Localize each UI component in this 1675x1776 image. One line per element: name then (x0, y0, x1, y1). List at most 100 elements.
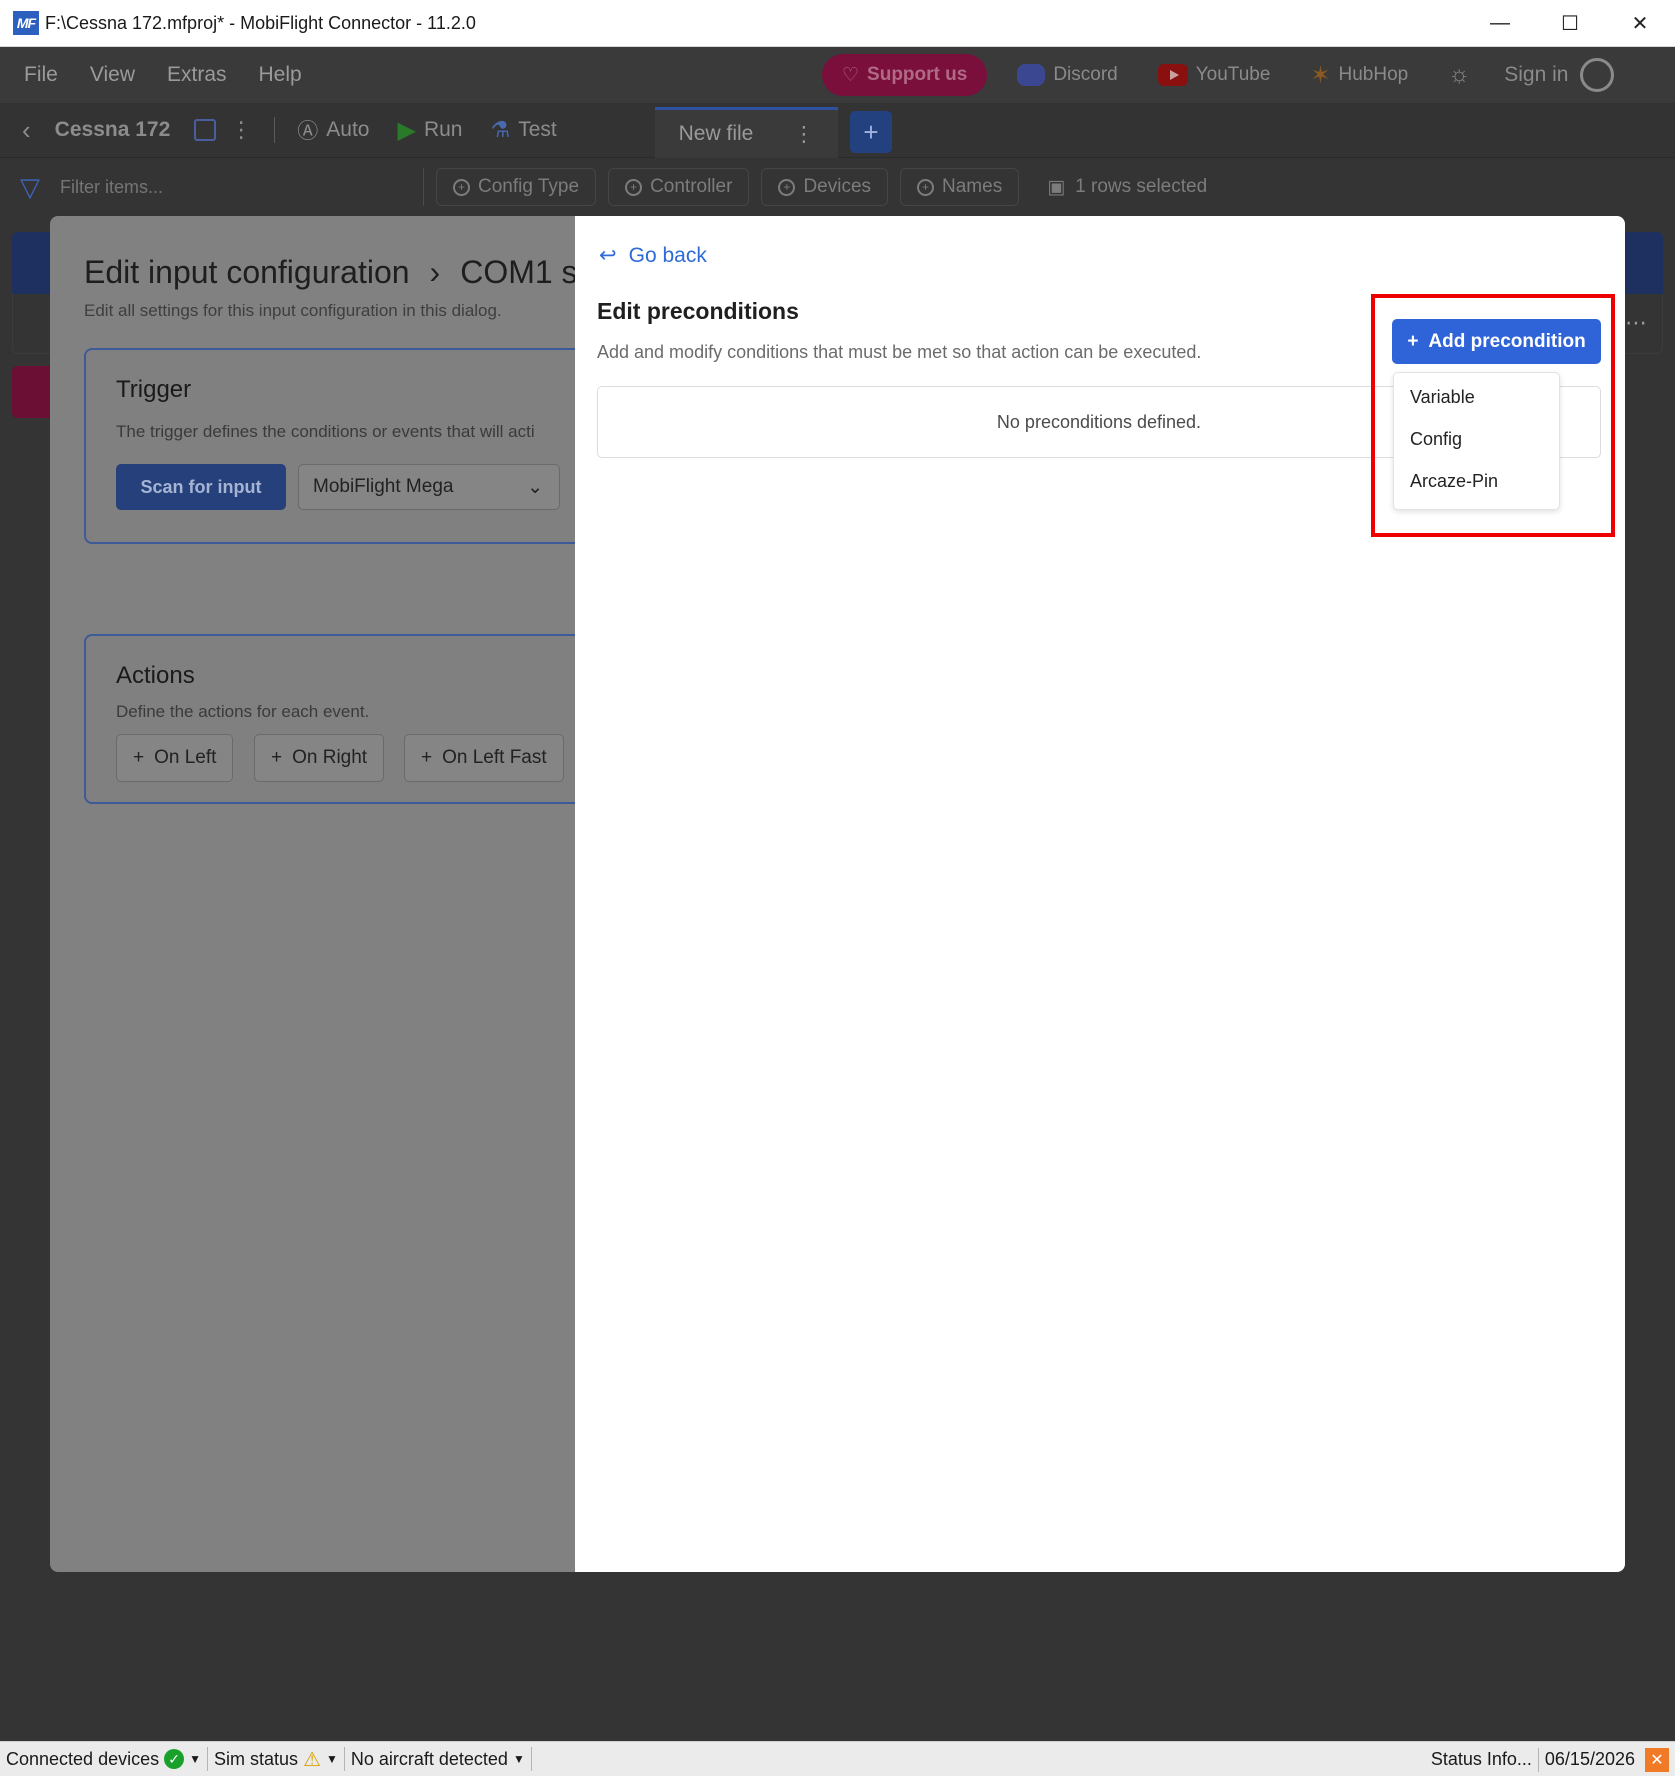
trigger-card: Trigger The trigger defines the conditio… (84, 348, 575, 544)
filter-chip-names[interactable]: + Names (900, 168, 1020, 206)
tab-label: New file (678, 122, 754, 145)
filter-chip-config-type[interactable]: + Config Type (436, 168, 597, 206)
theme-toggle-sun-icon[interactable]: ☼ (1448, 61, 1470, 89)
controller-select[interactable]: MobiFlight Mega ⌄ (298, 464, 560, 510)
heart-icon: ♡ (842, 64, 860, 86)
caret-down-icon: ▼ (189, 1752, 201, 1766)
filter-bar: ▽ + Config Type + Controller + Devices +… (0, 158, 1675, 216)
caret-down-icon: ▼ (512, 1752, 525, 1766)
app-logo: MF (13, 11, 39, 35)
dialog-title-crumb: COM1 st (460, 254, 575, 290)
connected-devices-label: Connected devices (6, 1748, 160, 1769)
check-icon: ✓ (164, 1749, 185, 1769)
return-arrow-icon: ↩ (599, 244, 617, 267)
tab-new-file[interactable]: New file ⋮ (655, 107, 838, 158)
menu-view[interactable]: View (90, 63, 135, 87)
filter-funnel-icon: ▽ (20, 171, 40, 202)
add-tab-button[interactable]: + (850, 111, 892, 153)
auto-button[interactable]: Ⓐ Auto (297, 115, 369, 145)
on-left-label: On Left (154, 747, 217, 768)
status-info-label: Status Info... (1430, 1749, 1532, 1769)
edit-input-dialog: Edit input configuration › COM1 st Edit … (50, 216, 575, 1572)
trigger-desc: The trigger defines the conditions or ev… (116, 422, 535, 441)
menu-file[interactable]: File (24, 63, 58, 87)
chip-label: Config Type (478, 176, 580, 197)
save-icon[interactable] (194, 119, 217, 141)
sign-in-button[interactable]: Sign in (1504, 58, 1615, 92)
on-left-fast-label: On Left Fast (442, 747, 547, 768)
sim-status-label: Sim status (214, 1748, 299, 1769)
plus-icon: + (271, 747, 283, 768)
on-left-button[interactable]: + On Left (116, 734, 234, 782)
support-label: Support us (867, 64, 968, 85)
youtube-label: YouTube (1195, 64, 1271, 85)
hubhop-icon: ✶ (1310, 61, 1331, 89)
on-left-fast-button[interactable]: + On Left Fast (404, 734, 564, 782)
empty-state-text: No preconditions defined. (996, 411, 1202, 432)
plus-circle-icon: + (917, 178, 935, 196)
minimize-button[interactable]: — (1465, 0, 1535, 47)
filter-input[interactable] (52, 168, 424, 206)
go-back-link[interactable]: ↩ Go back (599, 243, 707, 268)
project-menu-kebab-icon[interactable]: ⋮ (230, 117, 252, 143)
filter-chip-controller[interactable]: + Controller (608, 168, 750, 206)
auto-label: Auto (326, 118, 370, 141)
aircraft-status-label: No aircraft detected (350, 1748, 508, 1769)
on-right-button[interactable]: + On Right (254, 734, 385, 782)
mobiflight-tray-icon[interactable]: ✕ (1645, 1747, 1669, 1772)
rows-selected-indicator: ▣ 1 rows selected (1047, 176, 1207, 199)
status-info[interactable]: Status Info... (1425, 1747, 1539, 1772)
aircraft-status[interactable]: No aircraft detected ▼ (345, 1747, 532, 1771)
test-button[interactable]: ⚗ Test (490, 117, 556, 143)
chip-label: Devices (803, 176, 872, 197)
actions-title: Actions (116, 662, 195, 689)
sim-status[interactable]: Sim status ⚠ ▼ (208, 1747, 345, 1771)
go-back-label: Go back (628, 243, 707, 267)
maximize-button[interactable]: ☐ (1535, 0, 1605, 47)
breadcrumb-chevron-icon: › (429, 254, 441, 290)
rows-selected-label: 1 rows selected (1075, 176, 1208, 197)
status-date: 06/15/2026 (1539, 1748, 1641, 1772)
connected-devices-status[interactable]: Connected devices ✓ ▼ (0, 1747, 208, 1771)
menu-bar: File View Extras Help ♡ Support us Disco… (0, 47, 1675, 103)
support-us-button[interactable]: ♡ Support us (822, 54, 988, 96)
dialog-title-text: Edit input configuration (84, 254, 410, 290)
actions-desc: Define the actions for each event. (116, 702, 370, 721)
sign-in-label: Sign in (1504, 63, 1569, 86)
chip-label: Names (942, 176, 1003, 197)
tab-menu-kebab-icon[interactable]: ⋮ (793, 122, 814, 147)
run-button[interactable]: ▶ Run (397, 116, 462, 145)
window-title: F:\Cessna 172.mfproj* - MobiFlight Conne… (45, 12, 476, 33)
youtube-link[interactable]: YouTube (1157, 64, 1271, 86)
status-bar-right: Status Info... 06/15/2026 ✕ (1425, 1742, 1675, 1776)
back-arrow-icon[interactable]: ‹ (22, 115, 31, 146)
preconditions-title: Edit preconditions (597, 298, 799, 324)
auto-icon: Ⓐ (297, 120, 319, 143)
discord-icon (1017, 64, 1046, 86)
hubhop-label: HubHop (1338, 64, 1409, 85)
dialog-title: Edit input configuration › COM1 st (84, 254, 575, 291)
highlight-box (1371, 294, 1615, 537)
filter-chip-devices[interactable]: + Devices (761, 168, 889, 206)
actions-card: Actions Define the actions for each even… (84, 634, 575, 804)
flask-icon: ⚗ (490, 117, 511, 142)
discord-label: Discord (1053, 64, 1118, 85)
window-titlebar: MF F:\Cessna 172.mfproj* - MobiFlight Co… (0, 0, 1675, 47)
chevron-down-icon: ⌄ (527, 476, 543, 498)
discord-link[interactable]: Discord (1017, 64, 1118, 86)
user-account-icon (1580, 58, 1615, 92)
menu-extras[interactable]: Extras (167, 63, 227, 87)
close-button[interactable]: ✕ (1605, 0, 1675, 47)
row-menu-icon: ⋯ (1625, 310, 1647, 335)
chip-label: Controller (650, 176, 733, 197)
status-bar: Connected devices ✓ ▼ Sim status ⚠ ▼ No … (0, 1741, 1675, 1776)
plus-circle-icon: + (453, 178, 470, 196)
selection-box-icon: ▣ (1047, 176, 1066, 198)
menu-help[interactable]: Help (259, 63, 302, 87)
hubhop-link[interactable]: ✶ HubHop (1310, 61, 1408, 90)
test-label: Test (518, 118, 557, 141)
trigger-title: Trigger (116, 376, 192, 403)
scan-for-input-button[interactable]: Scan for input (116, 464, 286, 510)
caret-down-icon: ▼ (325, 1752, 338, 1766)
project-toolbar: ‹ Cessna 172 ⋮ Ⓐ Auto ▶ Run ⚗ Test New f… (0, 103, 1675, 158)
